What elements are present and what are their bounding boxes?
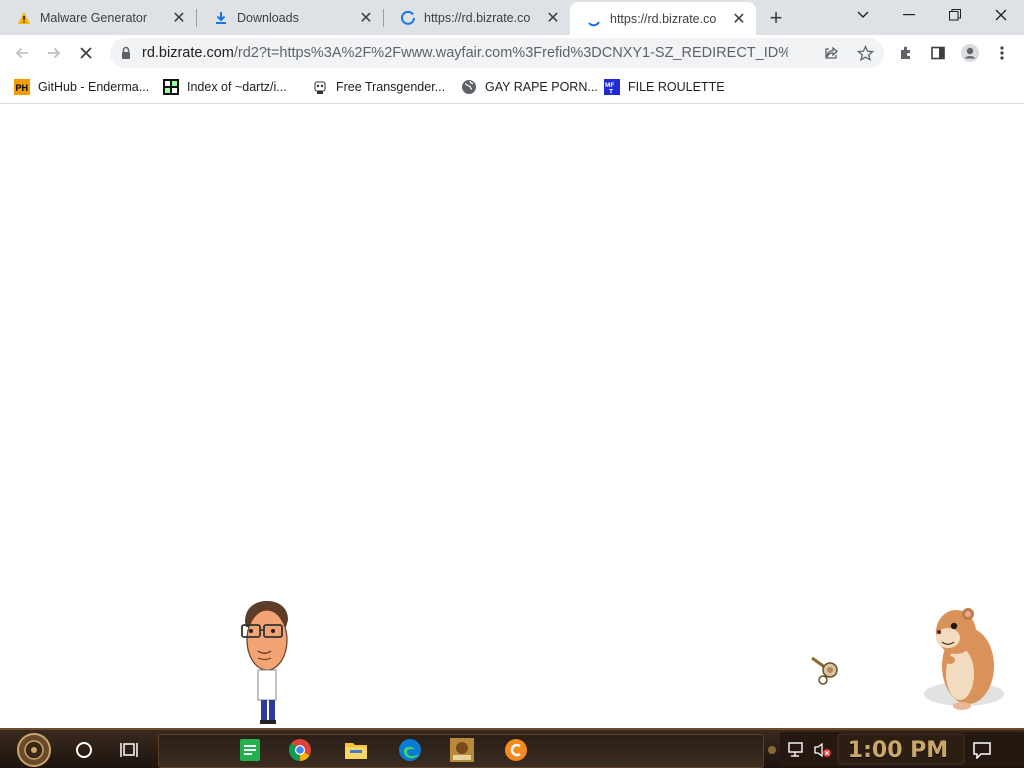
bookmark-label: GitHub - Enderma... — [38, 80, 150, 94]
hamster-character[interactable] — [918, 602, 1006, 712]
tab-bizrate-active[interactable]: https://rd.bizrate.co ✕ — [570, 2, 756, 35]
puzzle-icon — [901, 46, 910, 59]
restore-icon — [949, 9, 961, 21]
download-icon — [213, 10, 229, 26]
menu-button[interactable] — [988, 39, 1016, 67]
bookmark-file-roulette[interactable]: MF T FILE ROULETTE — [604, 77, 725, 97]
edge-icon[interactable] — [394, 734, 426, 766]
arrow-right-icon — [48, 47, 61, 59]
bookmarks-bar: PH GitHub - Enderma... Index of ~dartz/i… — [0, 71, 1024, 104]
tray-gear-icon — [768, 746, 776, 754]
network-icon[interactable] — [784, 734, 810, 766]
tab-title: Downloads — [237, 10, 299, 25]
more-vert-icon — [1000, 46, 1004, 60]
tab-downloads[interactable]: Downloads ✕ — [197, 0, 383, 35]
orange-app-icon[interactable] — [500, 734, 532, 766]
back-button[interactable] — [8, 39, 36, 67]
robot-icon — [312, 79, 328, 95]
close-icon[interactable]: ✕ — [357, 9, 375, 27]
close-icon[interactable]: ✕ — [170, 9, 188, 27]
task-view-button[interactable] — [114, 734, 146, 766]
bookmark-label: GAY RAPE PORN... — [485, 80, 598, 94]
task-view-icon — [120, 743, 138, 757]
bookmark-github[interactable]: PH GitHub - Enderma... — [14, 77, 149, 97]
directory-icon — [163, 79, 179, 95]
page-content — [0, 104, 1024, 728]
close-window-button[interactable] — [978, 0, 1024, 30]
taskbar: 1:00 PM — [0, 728, 1024, 768]
svg-text:PH: PH — [16, 83, 29, 93]
tab-title: https://rd.bizrate.co — [424, 10, 531, 25]
url-text[interactable]: rd.bizrate.com/rd2?t=https%3A%2F%2Fwww.w… — [142, 45, 788, 61]
steampunk-cursor-icon — [811, 656, 838, 685]
stop-icon — [80, 47, 92, 59]
chevron-down-icon — [857, 11, 869, 18]
taskbar-clock[interactable]: 1:00 PM — [838, 734, 958, 766]
close-icon[interactable]: ✕ — [544, 9, 562, 27]
warning-icon — [16, 10, 32, 26]
start-button[interactable] — [14, 732, 54, 768]
bookmark-star-icon[interactable] — [855, 43, 875, 63]
search-circle-icon — [76, 742, 92, 758]
notifications-button[interactable] — [966, 734, 998, 766]
game-app-icon[interactable] — [446, 734, 478, 766]
svg-text:T: T — [609, 89, 613, 96]
lock-icon[interactable] — [118, 45, 134, 61]
tab-bizrate-1[interactable]: https://rd.bizrate.co ✕ — [384, 0, 570, 35]
tab-search-button[interactable] — [840, 0, 886, 30]
loading-spinner-icon — [400, 10, 416, 26]
show-hidden-icons-button[interactable] — [762, 734, 782, 766]
volume-muted-icon[interactable] — [810, 734, 836, 766]
tab-strip: Malware Generator ✕ Downloads ✕ https://… — [0, 0, 1024, 35]
spreadsheet-app-icon[interactable] — [234, 734, 266, 766]
chrome-icon[interactable] — [284, 734, 316, 766]
forward-button[interactable] — [40, 39, 68, 67]
share-icon[interactable] — [822, 43, 842, 63]
side-panel-button[interactable] — [924, 39, 952, 67]
url-host: rd.bizrate.com — [142, 45, 234, 61]
cortana-search-button[interactable] — [68, 734, 100, 766]
url-path: /rd2?t=https%3A%2F%2Fwww.wayfair.com%3Fr… — [233, 45, 788, 61]
cartoon-man-character[interactable] — [236, 600, 300, 726]
bookmark-label: Index of ~dartz/i... — [187, 80, 287, 94]
address-bar[interactable]: rd.bizrate.com/rd2?t=https%3A%2F%2Fwww.w… — [110, 38, 884, 68]
close-icon[interactable]: ✕ — [730, 10, 748, 28]
tab-title: https://rd.bizrate.co — [610, 11, 717, 26]
profile-button[interactable] — [956, 39, 984, 67]
extensions-button[interactable] — [892, 39, 920, 67]
bookmark-gay-rape-porn[interactable]: GAY RAPE PORN... — [461, 77, 598, 97]
bookmark-label: Free Transgender... — [336, 80, 446, 94]
restore-button[interactable] — [932, 0, 978, 30]
loading-spinner-icon — [586, 11, 602, 27]
bookmark-index-dartz[interactable]: Index of ~dartz/i... — [163, 77, 287, 97]
mft-icon: MF T — [604, 79, 620, 95]
browser-toolbar: rd.bizrate.com/rd2?t=https%3A%2F%2Fwww.w… — [0, 35, 1024, 71]
side-panel-icon — [931, 46, 945, 60]
file-explorer-icon[interactable] — [340, 734, 372, 766]
close-icon — [995, 9, 1007, 21]
minimize-button[interactable] — [886, 0, 932, 30]
bookmark-free-transgender[interactable]: Free Transgender... — [312, 77, 445, 97]
new-tab-button[interactable]: + — [762, 4, 790, 32]
tab-title: Malware Generator — [40, 10, 147, 25]
stop-loading-button[interactable] — [72, 39, 100, 67]
action-center-icon — [973, 742, 991, 759]
globe-icon — [461, 79, 477, 95]
arrow-left-icon — [15, 47, 28, 59]
ph-icon: PH — [14, 79, 30, 95]
tab-malware-generator[interactable]: Malware Generator ✕ — [0, 0, 196, 35]
minimize-icon — [903, 14, 915, 16]
steampunk-gear-start-icon — [17, 733, 51, 767]
avatar-icon — [961, 44, 979, 62]
bookmark-label: FILE ROULETTE — [628, 80, 725, 94]
